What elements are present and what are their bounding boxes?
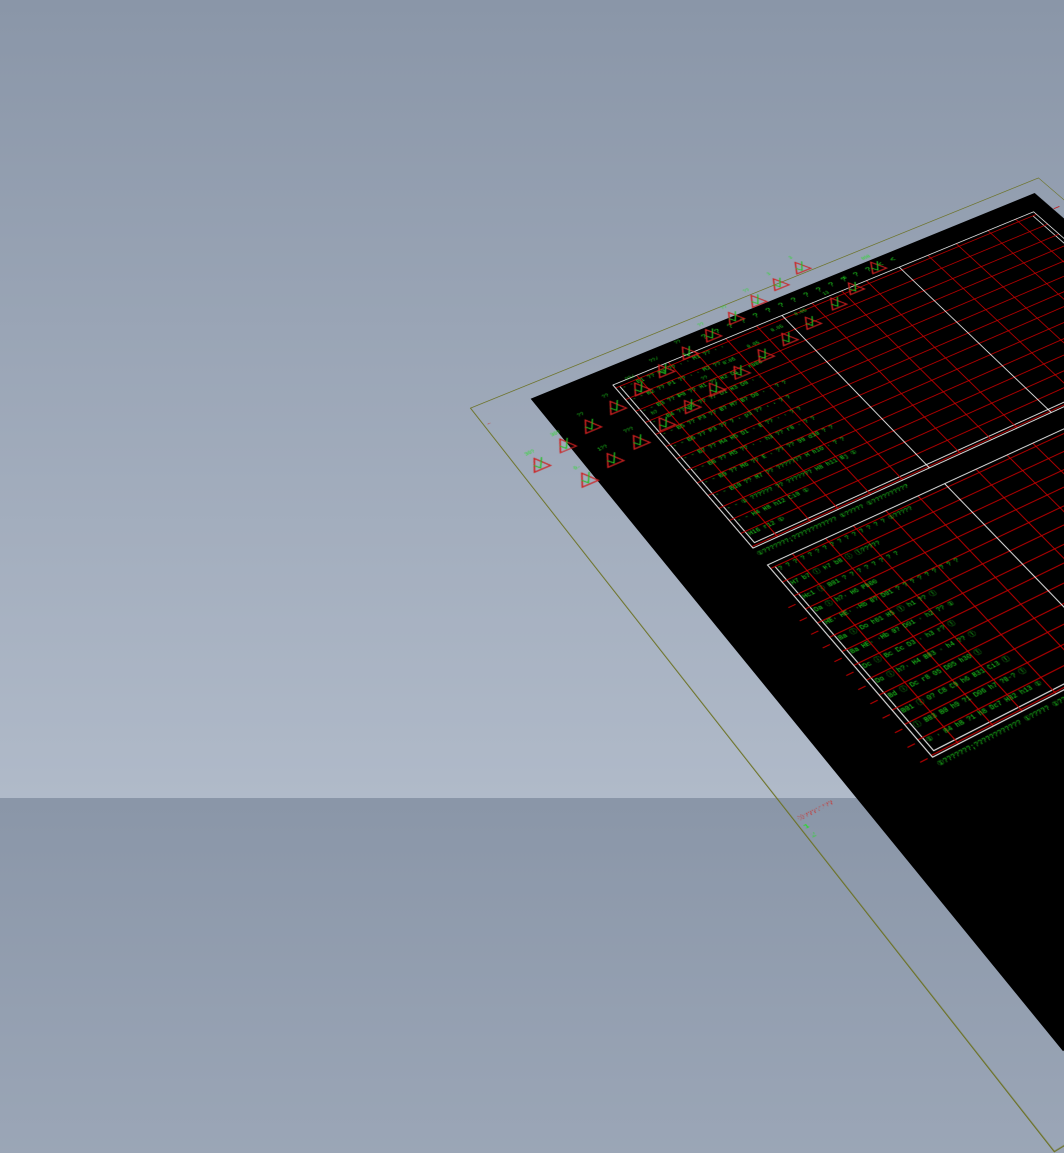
grid-hline <box>830 423 1064 637</box>
grid-hline <box>794 389 1064 596</box>
grid-vline <box>886 511 1057 694</box>
surface-finish-icon: 3 <box>786 258 815 277</box>
table-row: Hc1 ⓘ B01 ? ? ? ? ? ? ? ? <box>800 389 1064 600</box>
grid-vline <box>976 469 1064 645</box>
left-tick <box>846 672 854 676</box>
table-row: Dc ⓘ Bc Dc D3 · h3 r? ① <box>860 448 1064 671</box>
surface-finish-icon: ?? <box>719 308 748 328</box>
table-row: H7 b7 ⓘ H7 b8 ⓘ ①????? <box>788 378 1064 587</box>
grid-hline <box>854 447 1064 666</box>
surface-finish-icon: ?? <box>741 291 770 310</box>
table-row: B01 ⓘ 0? C8 C9 h6 B31 Ci3 ① <box>898 484 1064 715</box>
grid-hline <box>892 484 1064 710</box>
left-tick <box>799 617 807 621</box>
grid-vline <box>853 526 1022 711</box>
grid-hline <box>879 471 1064 695</box>
table-row: HE· HE· ·Hb 0? D01 ? ? ? ? ? ? ? ? ? <box>824 412 1064 626</box>
grid-vline <box>825 539 993 726</box>
table-row: ⓘ B03 B0 h9 ?1 D06 h7 ?0-? ① <box>911 497 1064 730</box>
left-tick <box>858 686 866 690</box>
surface-finish-icon: 30? <box>549 434 580 456</box>
left-tick <box>788 604 796 608</box>
left-tick <box>870 700 878 704</box>
left-tick <box>811 631 819 635</box>
left-tick <box>834 658 842 662</box>
grid-vline <box>1033 443 1064 615</box>
surface-finish-icon: 3 <box>764 274 793 293</box>
grid-vline <box>945 484 1064 662</box>
